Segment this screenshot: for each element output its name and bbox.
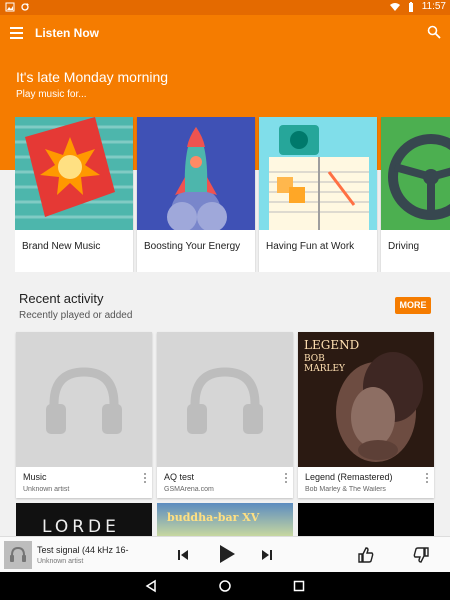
status-bar: 11:57 bbox=[0, 0, 450, 15]
wifi-icon bbox=[389, 2, 400, 11]
sync-notification-icon bbox=[21, 3, 29, 11]
album-tile-music[interactable]: Music Unknown artist bbox=[16, 332, 152, 498]
album-tile-dark[interactable] bbox=[298, 503, 434, 536]
playlist-label: Having Fun at Work bbox=[266, 241, 355, 252]
album-name: Legend (Remastered) bbox=[305, 472, 393, 482]
page-title: Listen Now bbox=[35, 26, 100, 40]
album-artist: Unknown artist bbox=[23, 486, 70, 493]
hamburger-menu-icon[interactable] bbox=[10, 27, 23, 39]
recents-icon[interactable] bbox=[292, 579, 306, 593]
headphones-icon bbox=[187, 367, 263, 434]
image-notification-icon bbox=[5, 2, 15, 12]
playlist-art bbox=[259, 117, 377, 230]
home-icon[interactable] bbox=[218, 579, 232, 593]
system-nav-bar bbox=[0, 572, 450, 600]
app-bar: Listen Now bbox=[0, 15, 450, 53]
album-cover-art bbox=[298, 332, 434, 467]
recent-activity-title: Recent activity bbox=[19, 291, 104, 306]
thumbs-up-icon[interactable] bbox=[357, 546, 375, 564]
overflow-menu-icon[interactable] bbox=[284, 473, 288, 483]
status-time: 11:57 bbox=[421, 1, 446, 12]
overflow-menu-icon[interactable] bbox=[143, 473, 147, 483]
now-playing-bar[interactable]: Test signal (44 kHz 16- Unknown artist bbox=[0, 536, 450, 572]
thumbs-down-icon[interactable] bbox=[412, 546, 430, 564]
album-tile-aq-test[interactable]: AQ test GSMArena.com bbox=[157, 332, 293, 498]
now-playing-thumbnail bbox=[4, 541, 32, 569]
playlist-card-driving[interactable]: Driving bbox=[381, 117, 450, 272]
recent-grid: Music Unknown artist AQ test GSMArena.co… bbox=[16, 332, 434, 498]
more-button[interactable]: MORE bbox=[395, 297, 431, 314]
recent-grid-row-2: LORDE buddha-bar XV bbox=[16, 503, 434, 536]
playlist-card-brand-new-music[interactable]: Brand New Music bbox=[15, 117, 133, 272]
playlist-carousel: Brand New Music Boosting Your Energy Hav… bbox=[15, 117, 450, 272]
playlist-card-having-fun-at-work[interactable]: Having Fun at Work bbox=[259, 117, 377, 272]
album-cover bbox=[157, 332, 293, 467]
playlist-card-boosting-your-energy[interactable]: Boosting Your Energy bbox=[137, 117, 255, 272]
playlist-art bbox=[15, 117, 133, 230]
overflow-menu-icon[interactable] bbox=[425, 473, 429, 483]
playlist-art bbox=[381, 117, 450, 230]
album-artist: Bob Marley & The Wailers bbox=[305, 486, 386, 493]
album-cover-line: BOB bbox=[304, 354, 325, 364]
album-cover: LEGEND BOB MARLEY bbox=[298, 332, 434, 467]
playlist-label: Driving bbox=[388, 241, 420, 252]
album-cover-line: MARLEY bbox=[304, 364, 345, 374]
hero-title: It's late Monday morning bbox=[16, 69, 169, 85]
battery-icon bbox=[408, 1, 413, 12]
playlist-label: Brand New Music bbox=[22, 241, 101, 252]
recent-activity-subtitle: Recently played or added bbox=[19, 310, 133, 321]
now-playing-title: Test signal (44 kHz 16- bbox=[37, 545, 129, 555]
album-tile-buddha-bar[interactable]: buddha-bar XV bbox=[157, 503, 293, 536]
album-tile-legend[interactable]: LEGEND BOB MARLEY Legend (Remastered) Bo… bbox=[298, 332, 434, 498]
album-artist: GSMArena.com bbox=[164, 486, 214, 493]
album-tile-lorde[interactable]: LORDE bbox=[16, 503, 152, 536]
hero-subtitle: Play music for... bbox=[16, 89, 87, 100]
album-cover-title: LEGEND bbox=[304, 338, 360, 352]
album-cover bbox=[16, 332, 152, 467]
album-cover-title: LORDE bbox=[42, 517, 120, 536]
album-name: AQ test bbox=[164, 472, 195, 482]
previous-icon[interactable] bbox=[174, 546, 192, 564]
headphones-icon bbox=[10, 546, 26, 562]
headphones-icon bbox=[46, 367, 122, 434]
playlist-label: Boosting Your Energy bbox=[144, 241, 241, 252]
back-icon[interactable] bbox=[144, 579, 158, 593]
album-cover-title: buddha-bar XV bbox=[167, 511, 260, 524]
album-name: Music bbox=[23, 472, 47, 482]
now-playing-artist: Unknown artist bbox=[37, 558, 84, 565]
play-icon[interactable] bbox=[215, 543, 237, 565]
search-icon[interactable] bbox=[427, 25, 441, 39]
playlist-art bbox=[137, 117, 255, 230]
next-icon[interactable] bbox=[258, 546, 276, 564]
